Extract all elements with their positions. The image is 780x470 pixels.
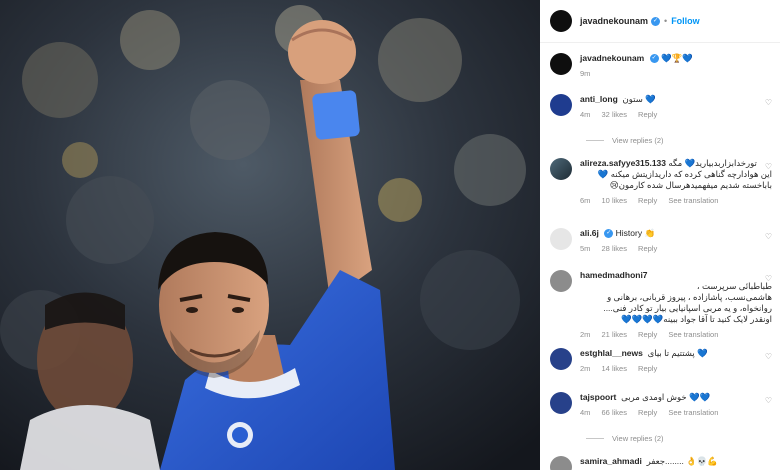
reply-button[interactable]: Reply: [638, 244, 657, 253]
see-translation-button[interactable]: See translation: [668, 196, 718, 205]
view-replies-label: View replies (2): [612, 136, 664, 145]
comment-time: 5m: [580, 244, 591, 253]
view-replies-label: View replies (2): [612, 434, 664, 443]
commenter-username[interactable]: alireza.safyye315.133: [580, 158, 666, 168]
comment-time: 2m: [580, 364, 591, 373]
like-heart-icon[interactable]: ♡: [765, 232, 772, 241]
comment-text-line1: تورخدابزاربدبیارید💙 مگه: [668, 158, 757, 168]
comment-likes[interactable]: 32 likes: [602, 110, 627, 119]
commenter-avatar[interactable]: [550, 228, 572, 250]
commenter-avatar[interactable]: [550, 270, 572, 292]
caption-username[interactable]: javadnekounam: [580, 53, 644, 63]
comment-text: پشتتیم تا بیای 💙: [647, 348, 708, 358]
reply-button[interactable]: Reply: [638, 110, 657, 119]
comment-text: History 👏: [615, 228, 656, 238]
like-heart-icon[interactable]: ♡: [765, 396, 772, 405]
comment-likes[interactable]: 21 likes: [602, 330, 627, 339]
post-header: javadnekounam ✓ • Follow: [540, 0, 780, 43]
reply-button[interactable]: Reply: [638, 364, 657, 373]
caption: javadnekounam ✓ 💙🏆💙 9m: [550, 53, 772, 78]
reply-button[interactable]: Reply: [638, 330, 657, 339]
replies-line: [586, 438, 604, 439]
commenter-username[interactable]: samira_ahmadi: [580, 456, 642, 466]
commenter-username[interactable]: estghlal__news: [580, 348, 643, 358]
commenter-avatar[interactable]: [550, 456, 572, 470]
comment-time: 4m: [580, 110, 591, 119]
caption-text: 💙🏆💙: [661, 53, 693, 63]
comment-samira: samira_ahmadi جعفر........ 👌💀💪: [550, 456, 772, 470]
commenter-avatar[interactable]: [550, 348, 572, 370]
comment-time: 6m: [580, 196, 591, 205]
comment-text: خوش اومدی مربی 💙💙: [621, 392, 711, 402]
commenter-avatar[interactable]: [550, 392, 572, 414]
commenter-username[interactable]: ali.6j: [580, 228, 599, 238]
comment-text-line2: هاشمی‌نسب، پاشازاده ، پیروز قربانی، برها…: [607, 292, 772, 302]
comment-text: ستون 💙: [622, 94, 656, 104]
comment-text-line3: باباخسته شدیم میفهمیدهرسال شده کارمون😢: [609, 180, 772, 190]
post-photo: [0, 0, 540, 470]
comment-text-line1: طباطبائی سرپرست ،: [696, 281, 772, 291]
commenter-avatar[interactable]: [550, 158, 572, 180]
comment-anti-long: anti_long ستون 💙 4m 32 likes Reply ♡: [550, 94, 772, 119]
caption-avatar[interactable]: [550, 53, 572, 75]
view-replies-button[interactable]: View replies (2): [586, 136, 664, 145]
view-replies-button[interactable]: View replies (2): [586, 434, 664, 443]
comment-likes[interactable]: 14 likes: [602, 364, 627, 373]
comment-hamedmadhoni: hamedmadhoni7 طباطبائی سرپرست ، هاشمی‌نس…: [550, 270, 772, 339]
verified-badge-icon: ✓: [604, 229, 614, 239]
commenter-username[interactable]: tajspoort: [580, 392, 616, 402]
comment-ali6j: ali.6j ✓ History 👏 5m 28 likes Reply ♡: [550, 228, 772, 253]
comment-time: 2m: [580, 330, 591, 339]
author-username[interactable]: javadnekounam: [580, 16, 648, 26]
commenter-username[interactable]: anti_long: [580, 94, 618, 104]
comment-likes[interactable]: 66 likes: [602, 408, 627, 417]
follow-button[interactable]: Follow: [671, 16, 700, 26]
reply-button[interactable]: Reply: [638, 196, 657, 205]
reply-button[interactable]: Reply: [638, 408, 657, 417]
like-heart-icon[interactable]: ♡: [765, 274, 772, 283]
comment-text: جعفر........ 👌💀💪: [646, 456, 719, 466]
comment-text-line2: این هوادارچه گناهی کرده که داریدازیتش می…: [597, 169, 772, 179]
caption-time: 9m: [580, 69, 591, 78]
author-avatar[interactable]: [550, 10, 572, 32]
comment-time: 4m: [580, 408, 591, 417]
comment-tajspoort: tajspoort خوش اومدی مربی 💙💙 4m 66 likes …: [550, 392, 772, 417]
commenter-avatar[interactable]: [550, 94, 572, 116]
commenter-username[interactable]: hamedmadhoni7: [580, 270, 648, 280]
comment-likes[interactable]: 10 likes: [602, 196, 627, 205]
see-translation-button[interactable]: See translation: [668, 330, 718, 339]
comment-text-line3: روانخواه، و یه مربی اسپانیایی بیار تو کا…: [603, 303, 772, 313]
comment-alireza: alireza.safyye315.133 تورخدابزاربدبیارید…: [550, 158, 772, 205]
post-image: [0, 0, 540, 470]
comment-likes[interactable]: 28 likes: [602, 244, 627, 253]
verified-badge-icon: ✓: [649, 54, 659, 64]
see-translation-button[interactable]: See translation: [668, 408, 718, 417]
comment-text-line4: اونقدر لایک کنید تا آقا جواد ببینه💙💙💙💙: [620, 314, 772, 324]
replies-line: [586, 140, 604, 141]
verified-badge-icon: ✓: [651, 16, 661, 26]
like-heart-icon[interactable]: ♡: [765, 98, 772, 107]
like-heart-icon[interactable]: ♡: [765, 352, 772, 361]
separator-dot: •: [664, 16, 668, 26]
comment-estghlal-news: estghlal__news پشتتیم تا بیای 💙 2m 14 li…: [550, 348, 772, 373]
like-heart-icon[interactable]: ♡: [765, 162, 772, 171]
comments-panel: javadnekounam ✓ • Follow javadnekounam ✓…: [540, 0, 780, 470]
